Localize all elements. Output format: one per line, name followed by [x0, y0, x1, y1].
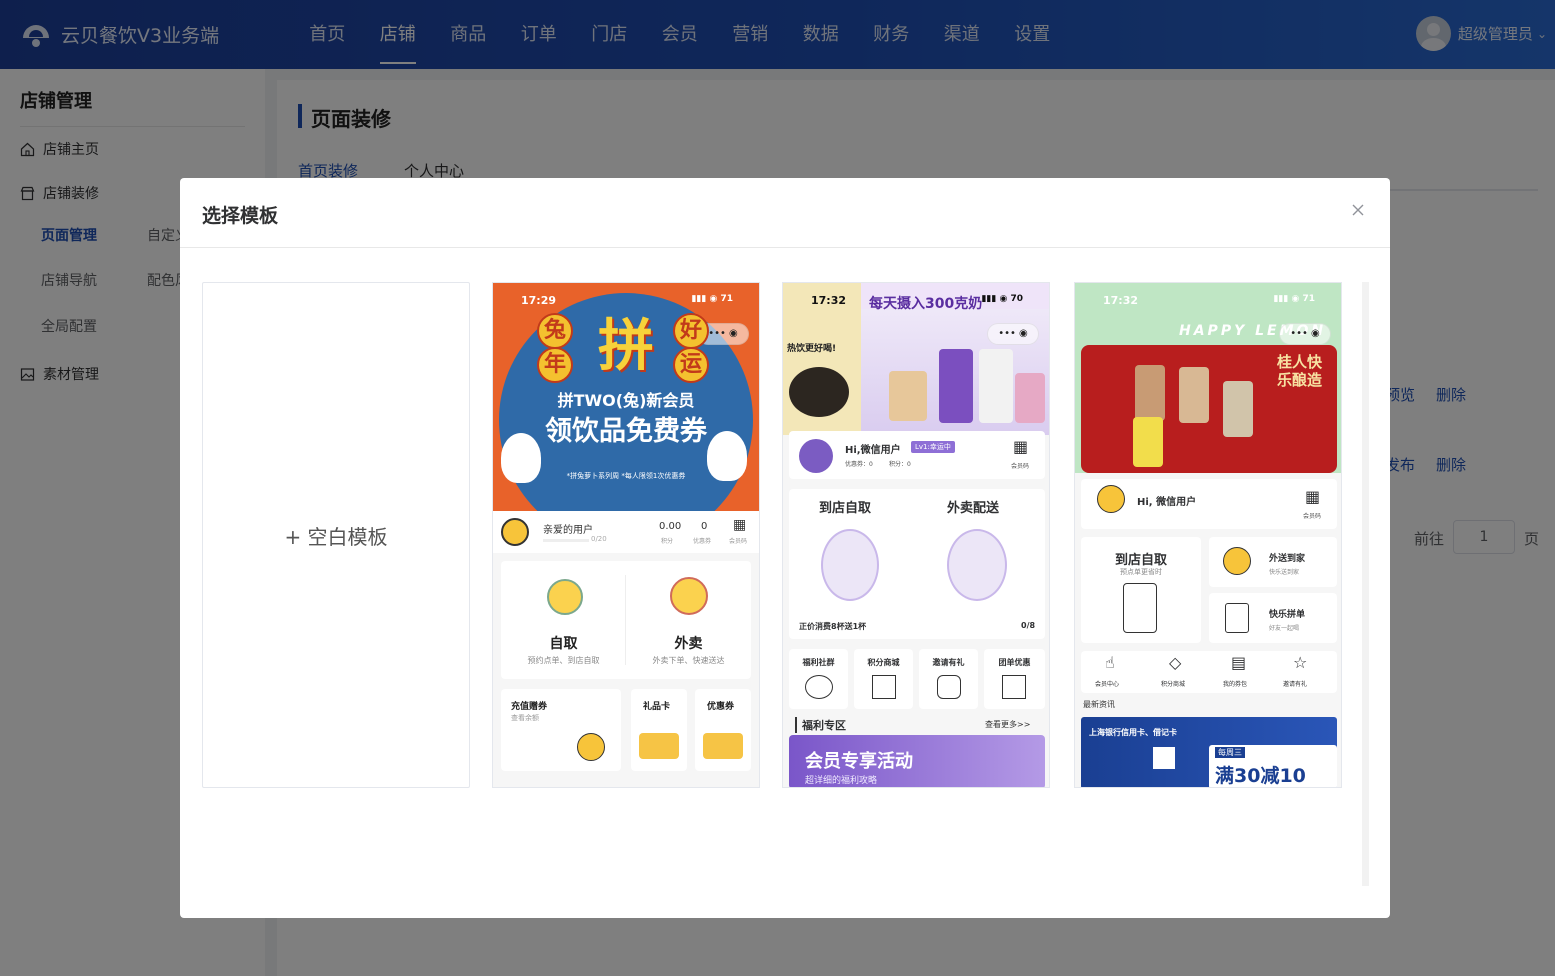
template-3-group-order: 快乐拼单 好友一起喝	[1209, 593, 1337, 643]
qr-icon: ▦	[733, 517, 747, 533]
hero-char: 好	[673, 313, 709, 349]
modal-title: 选择模板	[202, 205, 279, 227]
cow-mascot	[821, 529, 879, 601]
star-icon: ☆	[1293, 653, 1308, 672]
template-modal: 选择模板 + 空白模板 17:29 ▮▮▮ ◉ 71 ••• ◉ 兔 年 拼 好…	[180, 178, 1390, 918]
template-2-hero: 热饮更好喝! 每天摄入300克奶 17:32 ▮▮▮ ◉ 70 ••• ◉	[783, 283, 1049, 435]
template-3-hero: 17:32 ▮▮▮ ◉ 71 HAPPY LEMON ••• ◉ 桂人快乐酿造	[1075, 283, 1341, 473]
template-3-user-row: Hi, 微信用户 ▦ 会员码	[1081, 479, 1337, 529]
lemon-avatar	[1097, 485, 1125, 513]
template-card-3[interactable]: 17:32 ▮▮▮ ◉ 71 HAPPY LEMON ••• ◉ 桂人快乐酿造 …	[1074, 282, 1342, 788]
template-2-icon-row: 福利社群 积分商城 邀请有礼 团单优惠	[789, 649, 1045, 709]
cow-mascot	[947, 529, 1007, 601]
template-1-order-box: 自取 预约点单、到店自取 外卖 外卖下单、快速送达	[501, 561, 751, 679]
miniapp-capsule: ••• ◉	[1279, 323, 1331, 345]
qr-icon: ▦	[1013, 437, 1029, 456]
hero-char: 年	[537, 347, 573, 383]
hero-line-1: 拼TWO(兔)新会员	[557, 391, 695, 410]
hero-char-big: 拼	[598, 314, 654, 379]
phone-status-bar: 17:32 ▮▮▮ ◉ 71	[1103, 294, 1315, 307]
mascot-icon	[670, 577, 708, 615]
template-card-2[interactable]: 热饮更好喝! 每天摄入300克奶 17:32 ▮▮▮ ◉ 70 ••• ◉ Hi…	[782, 282, 1050, 788]
bank-banner[interactable]: 上海银行信用卡、借记卡 每周三 满30减10	[1081, 717, 1337, 787]
phone-status-bar: 17:32 ▮▮▮ ◉ 70	[811, 294, 1023, 307]
news-title: 最新资讯	[1083, 700, 1115, 709]
more-link[interactable]: 查看更多>>	[985, 719, 1030, 730]
miniapp-capsule: ••• ◉	[987, 323, 1039, 345]
template-3-pickup: 到店自取 预点单更省时	[1081, 537, 1201, 643]
template-2-order-box: 到店自取 外卖配送 正价消费8杯送1杯 0/8	[789, 489, 1045, 639]
template-1-recharge: 充值赠券 查看余额	[501, 689, 621, 771]
hero-char: 兔	[537, 313, 573, 349]
template-card-1[interactable]: 17:29 ▮▮▮ ◉ 71 ••• ◉ 兔 年 拼 好 运 拼TWO(兔)新会…	[492, 282, 760, 788]
template-1-gift-card: 礼品卡	[631, 689, 687, 771]
hero-char: 运	[673, 347, 709, 383]
template-2-user-row: Hi,微信用户 Lv1:幸运中 优惠券：0 积分：0 ▦ 会员码	[789, 431, 1045, 479]
hero-photo: 桂人快乐酿造	[1081, 345, 1337, 473]
rabbit-illustration	[501, 433, 541, 483]
blank-template-card[interactable]: + 空白模板	[202, 282, 470, 788]
thumbs-up-icon: ☝	[1105, 653, 1115, 672]
qr-icon: ▦	[1305, 487, 1321, 506]
mascot-avatar	[501, 518, 529, 546]
template-1-hero: 17:29 ▮▮▮ ◉ 71 ••• ◉ 兔 年 拼 好 运 拼TWO(兔)新会…	[493, 283, 759, 511]
template-1-user-row: 亲爱的用户 0/20 0.00 积分 0 优惠券 ▦ 会员码	[493, 511, 759, 553]
section-title: 福利专区	[795, 717, 846, 733]
modal-scrollbar[interactable]	[1362, 282, 1369, 886]
template-3-icon-row: ☝ 会员中心 ◇ 积分商城 ▤ 我的券包 ☆ 邀请有礼	[1081, 651, 1337, 693]
close-icon[interactable]	[1348, 200, 1368, 220]
member-banner[interactable]: 会员专享活动 超详细的福利攻略	[789, 735, 1045, 787]
wallet-icon: ▤	[1231, 653, 1247, 672]
mascot-icon	[547, 579, 583, 615]
template-3-delivery: 外送到家 快乐送到家	[1209, 537, 1337, 587]
modal-divider	[180, 247, 1390, 248]
template-1-coupons: 优惠券	[695, 689, 751, 771]
rabbit-illustration	[707, 431, 747, 481]
diamond-icon: ◇	[1169, 653, 1182, 672]
